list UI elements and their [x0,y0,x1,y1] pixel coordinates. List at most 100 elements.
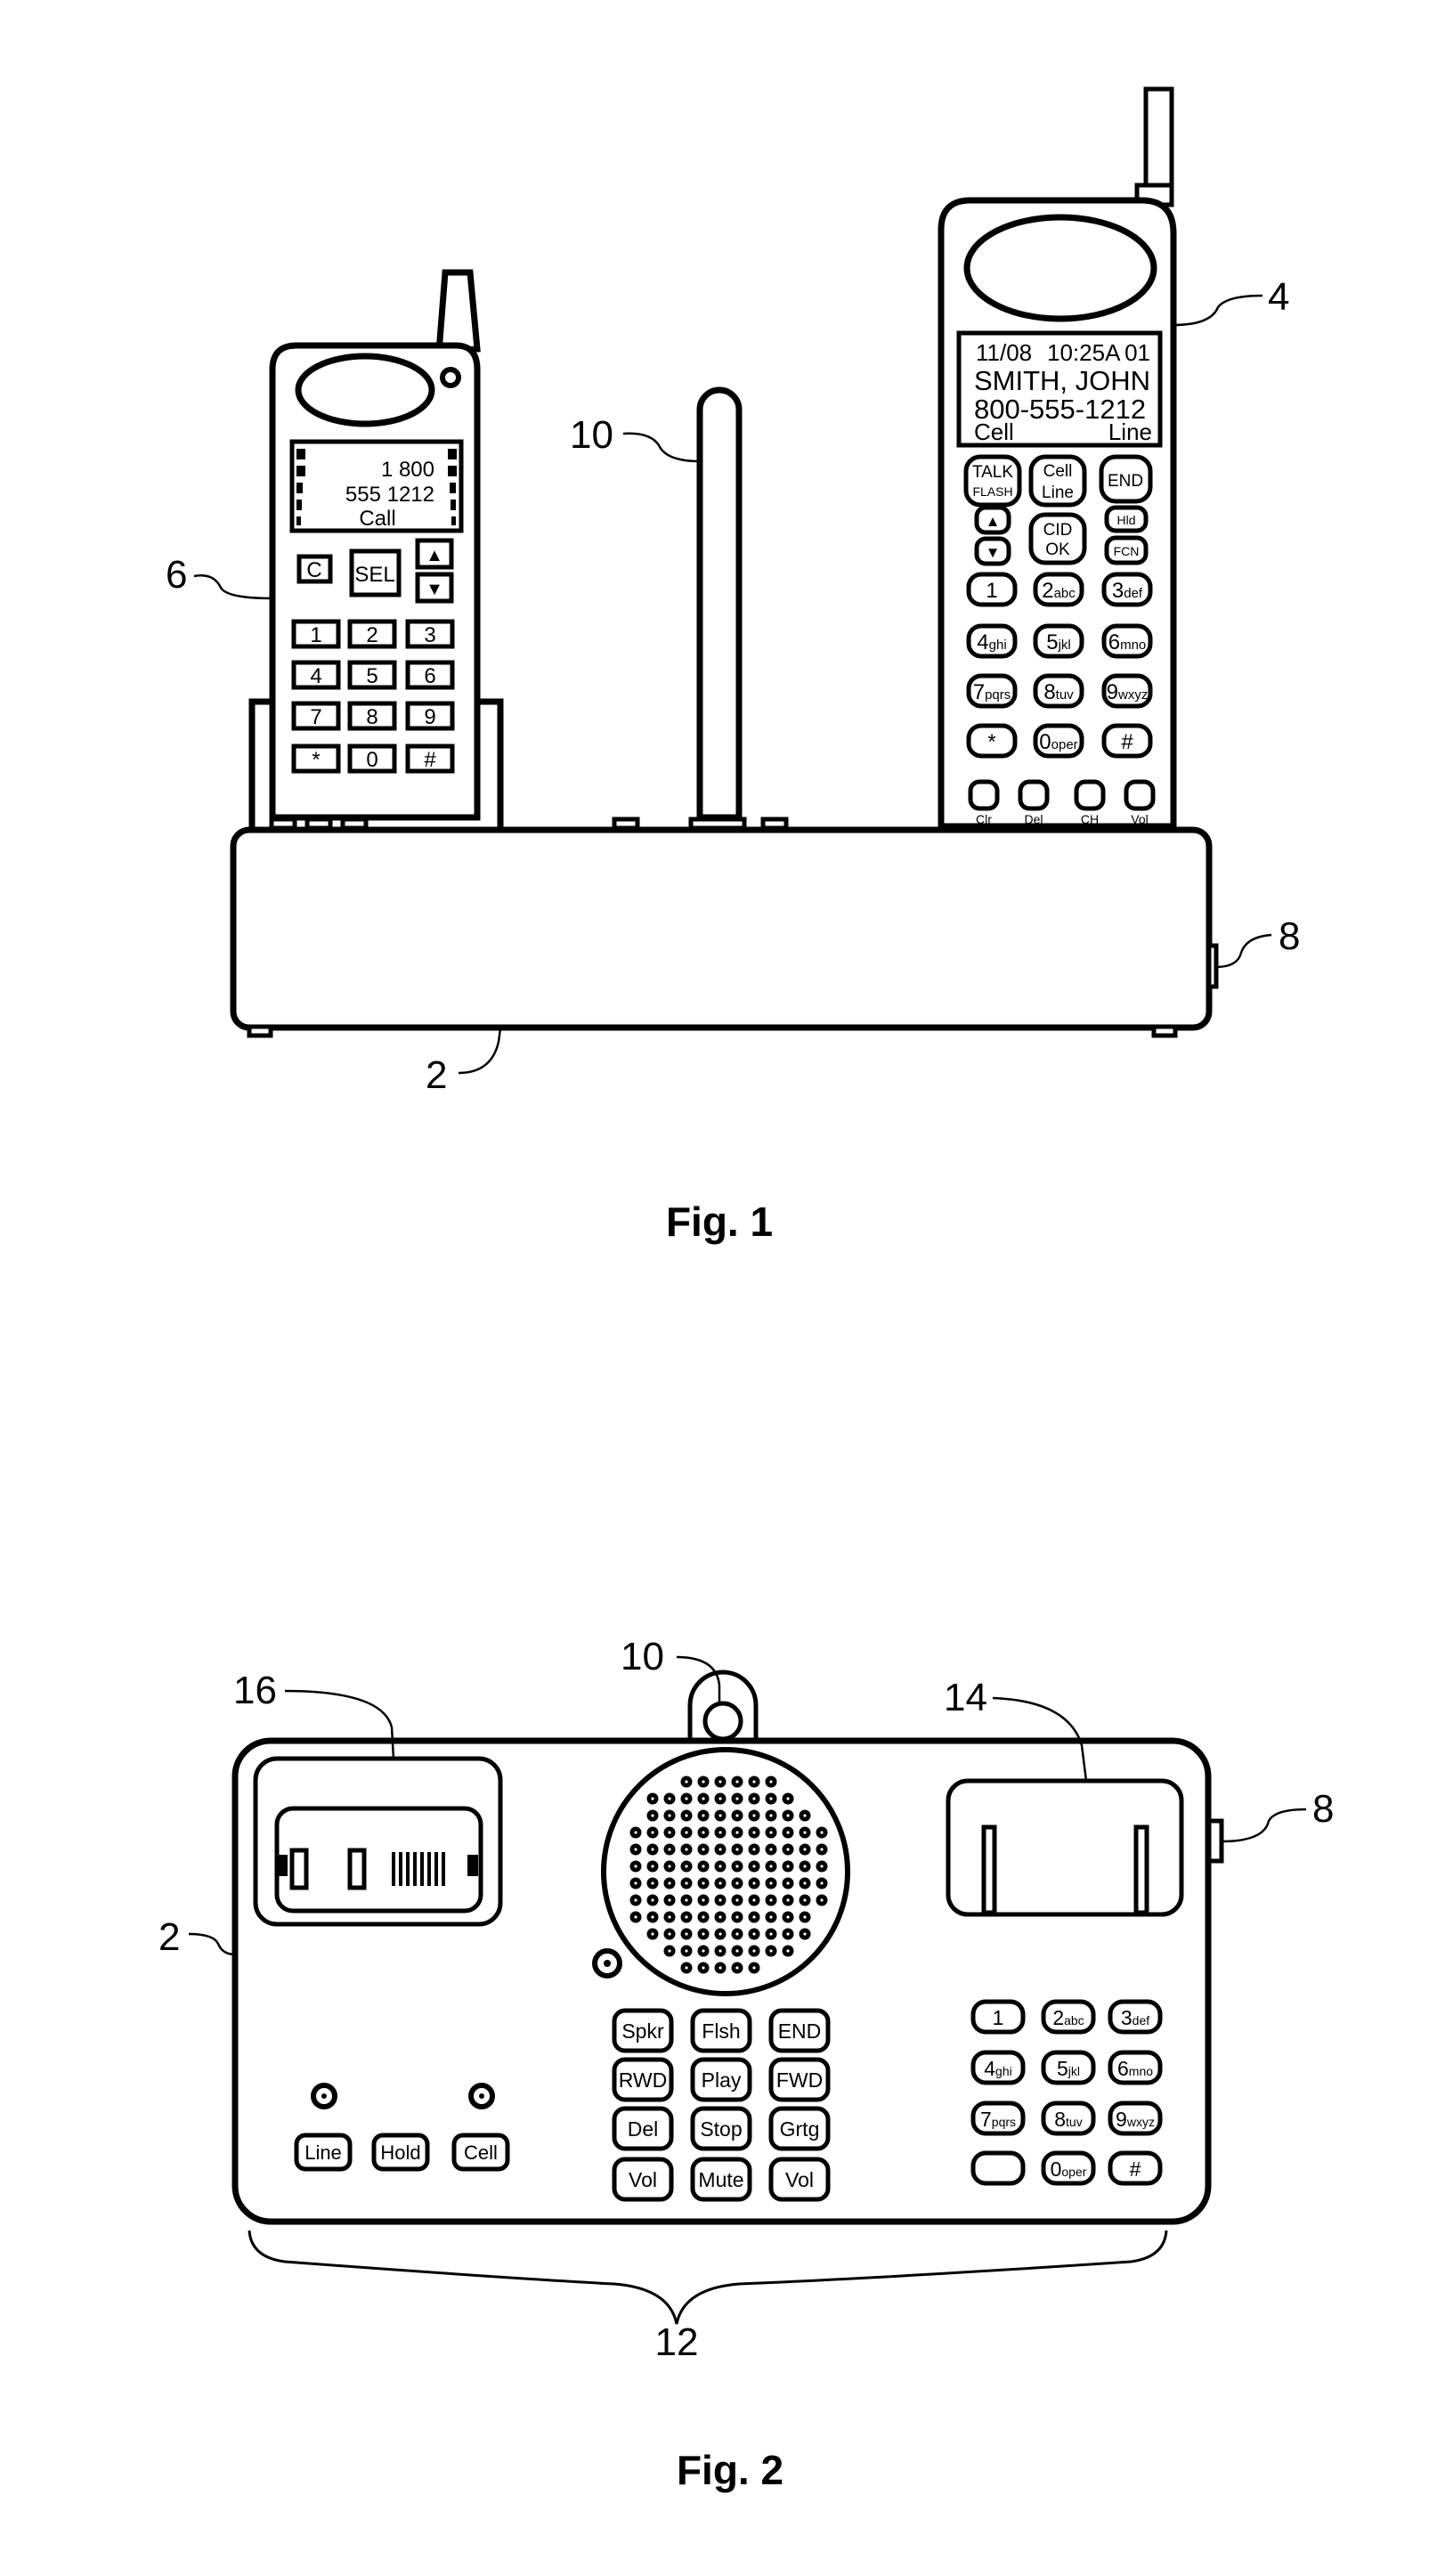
svg-text:Hld: Hld [1116,513,1135,527]
ref-numeral-12: 12 [655,2320,699,2364]
ref-numeral-8: 8 [1279,914,1300,958]
ref-numeral-8-fig2: 8 [1312,1787,1334,1831]
cellular-handset: 11/08 10:25A 01 SMITH, JOHN 800-555-1212… [938,86,1177,830]
svg-text:SEL: SEL [354,563,394,587]
leader-8 [1215,933,1272,969]
base-housing [230,826,1213,1031]
keys-brace [248,2230,1168,2325]
key-label: Del [628,2117,659,2141]
cell-bottom-key[interactable] [1018,779,1050,811]
ref-numeral-14: 14 [944,1676,987,1719]
ref-numeral-10-fig2: 10 [621,1635,664,1678]
key-label: 1 [993,2006,1004,2029]
ref-numeral-16: 16 [233,1669,277,1712]
display-time: 10:25A [1047,339,1121,366]
softkey-label-line: Line [1108,418,1152,445]
line-keys: Line Hold Cell [294,2133,510,2172]
svg-text:Cell: Cell [1043,462,1073,481]
key-label: # [424,748,436,772]
key-label: 1 [986,579,997,603]
figure-2: Line Hold Cell Spkr Flsh END RWD Play FWD Del Sto… [158,1635,1334,2493]
key-label: Vol [629,2168,657,2191]
display-call-count: 01 [1124,339,1150,366]
figure-1-caption: Fig. 1 [666,1199,773,1245]
display-line-3: Call [359,507,395,531]
cell-bottom-key[interactable] [968,779,1000,811]
leader-8-fig2 [1221,1808,1307,1843]
bottom-key-label: Vol [1131,812,1148,826]
key-label: 3 [424,623,435,647]
cordless-cradle-well [253,1756,503,1927]
base-foot-left [247,1024,273,1038]
antenna-top-view [702,1701,743,1742]
key-label: Spkr [621,2019,664,2043]
svg-text:FCN: FCN [1114,544,1140,558]
cell-antenna [1143,86,1174,190]
base-station-side-view [230,817,1219,1038]
bottom-key-label: CH [1081,812,1099,826]
key-label: 4 [310,664,321,688]
svg-text:▼: ▼ [986,544,1001,561]
svg-text:Line: Line [1042,484,1074,502]
key-label: Cell [464,2141,498,2164]
leader-10 [622,432,701,463]
figure-1: 1 800 555 1212 Call C SEL ▲ ▼ 1 2 3 4 5 6 7 8 9 *… [166,86,1300,1245]
key-label: 5 [366,664,378,688]
display-date: 11/08 [976,339,1032,366]
svg-text:▲: ▲ [426,546,443,565]
base-foot-right [1151,1024,1178,1038]
svg-text:OK: OK [1045,540,1070,559]
leader-4 [1173,294,1263,327]
key-label: Grtg [780,2117,820,2141]
key-label: Play [702,2068,742,2092]
key-label: Mute [698,2168,743,2191]
key-label: 9 [424,705,435,729]
microphone [592,1948,622,1979]
leader-2 [458,1028,502,1075]
ref-numeral-2-fig2: 2 [158,1915,180,1959]
patent-drawing-sheet: 1 800 555 1212 Call C SEL ▲ ▼ 1 2 34 5 67 8 9*… [158,86,1334,2493]
key-label: # [1130,2158,1141,2181]
softkey-label-cell: Cell [974,418,1014,445]
connector-jack [1206,1818,1224,1864]
display-line-1: 1 800 [381,458,434,482]
cellular-cradle-well [946,1778,1184,1917]
key-label: Stop [700,2117,742,2141]
leader-6 [193,574,273,600]
key-label: * [312,748,320,772]
cell-bottom-key[interactable] [1124,779,1156,811]
ref-numeral-2: 2 [426,1053,447,1097]
cordless-handset: 1 800 555 1212 Call C SEL ▲ ▼ 1 2 3 4 5 6 7 8 9 *… [269,269,481,821]
key-label: RWD [619,2068,668,2092]
base-keypad-key[interactable] [970,2150,1026,2186]
svg-text:FLASH: FLASH [972,484,1012,499]
svg-text:TALK: TALK [972,463,1013,482]
svg-text:C: C [306,558,321,582]
key-label: Line [304,2141,342,2164]
bottom-key-label: Del [1024,812,1043,826]
key-label: 2 [366,623,378,647]
key-label: 1 [310,623,321,647]
key-label: # [1121,730,1133,754]
ref-numeral-4: 4 [1268,275,1289,319]
bottom-key-label: Clr [976,812,992,826]
svg-text:▲: ▲ [986,513,1001,530]
key-label: Hold [380,2141,420,2164]
key-label: END [778,2019,822,2043]
cell-indicator-led [468,2083,495,2109]
svg-text:CID: CID [1043,521,1073,540]
cell-bottom-key[interactable] [1074,779,1106,811]
key-label: Flsh [702,2019,740,2043]
figure-2-caption: Fig. 2 [677,2447,783,2493]
ref-numeral-6: 6 [166,553,187,597]
handset-antenna [435,269,481,355]
key-label: 8 [366,705,378,729]
key-label: 0 [366,748,378,772]
key-label: FWD [776,2068,823,2092]
connector-jack [1206,943,1219,989]
svg-text:END: END [1108,472,1143,491]
display-line-2: 555 1212 [345,483,434,507]
key-label: 7 [310,705,321,729]
base-antenna [696,386,743,821]
svg-text:▼: ▼ [426,580,443,599]
